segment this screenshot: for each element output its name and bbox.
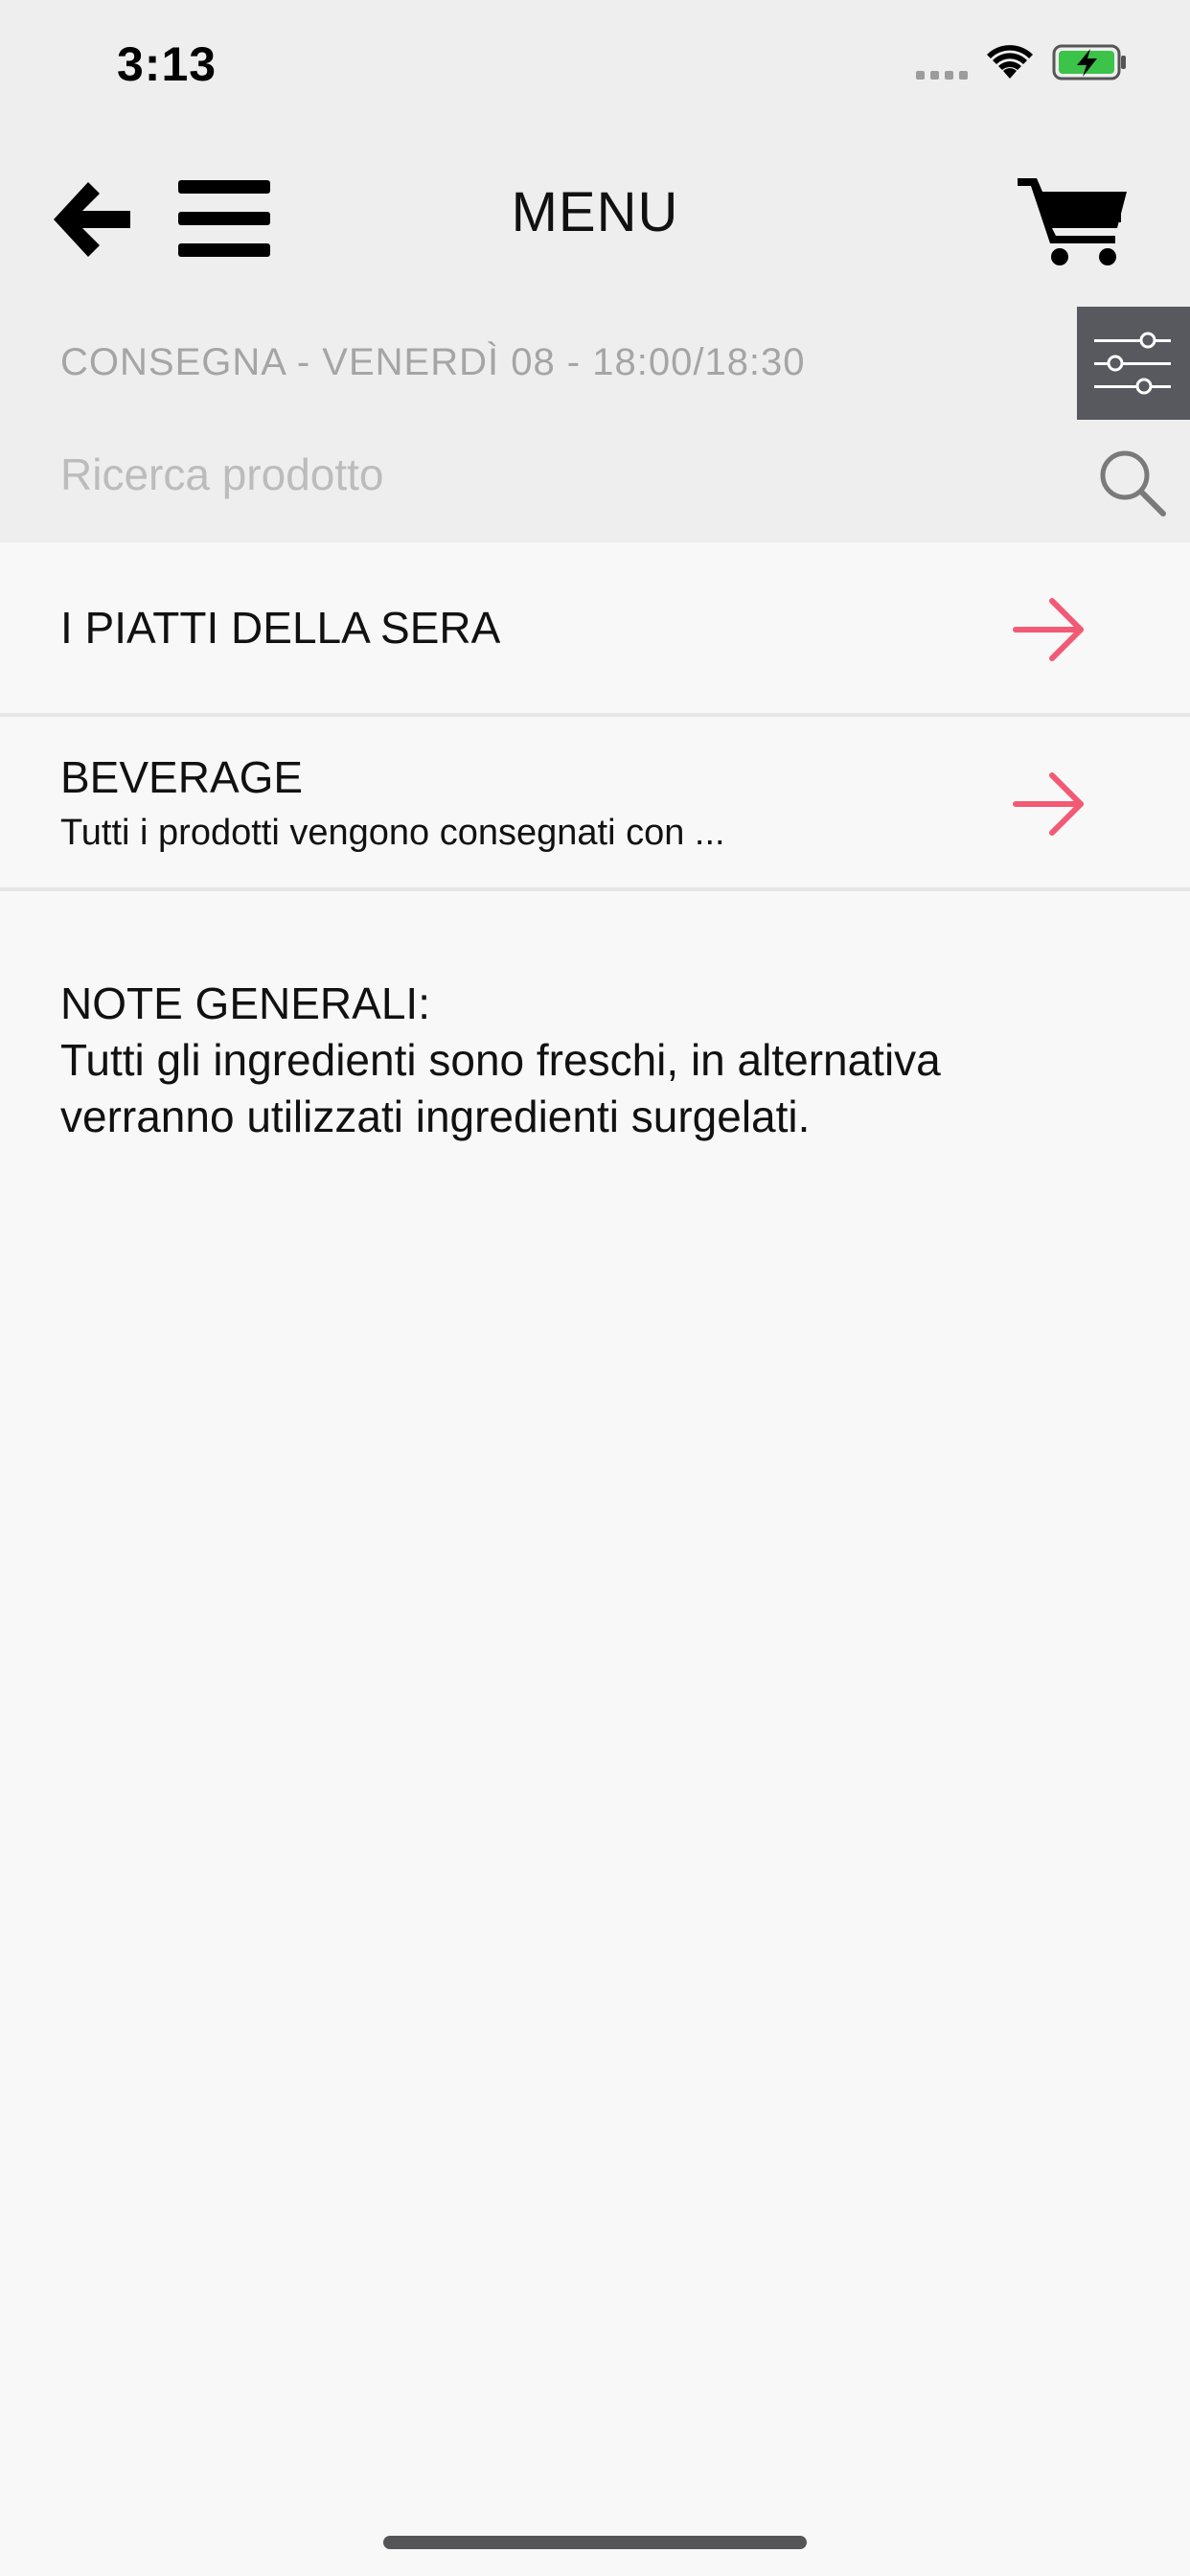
status-time: 3:13	[117, 37, 217, 91]
hamburger-icon[interactable]	[178, 176, 270, 261]
magnifier-icon[interactable]	[1096, 447, 1169, 519]
general-notes: NOTE GENERALI: Tutti gli ingredienti son…	[60, 976, 1133, 1145]
search-bar	[0, 422, 1190, 542]
wifi-icon	[987, 45, 1033, 79]
category-row-piatti-della-sera[interactable]: I PIATTI DELLA SERA	[0, 542, 1190, 717]
top-navigation-bar: MENU	[0, 134, 1190, 307]
category-name: I PIATTI DELLA SERA	[60, 603, 501, 653]
search-input[interactable]	[60, 441, 1057, 508]
notes-line: Tutti gli ingredienti sono freschi, in a…	[60, 1035, 941, 1085]
cellular-signal-icon	[916, 71, 968, 80]
sliders-icon	[1094, 332, 1171, 395]
category-row-beverage[interactable]: BEVERAGE Tutti i prodotti vengono conseg…	[0, 717, 1190, 891]
category-description: Tutti i prodotti vengono consegnati con …	[60, 813, 725, 853]
page-title: MENU	[511, 181, 679, 243]
filter-button[interactable]	[1077, 307, 1190, 420]
category-name: BEVERAGE	[60, 752, 304, 802]
battery-charging-icon	[1052, 44, 1126, 80]
notes-title: NOTE GENERALI:	[60, 978, 430, 1028]
delivery-slot-text[interactable]: CONSEGNA - VENERDÌ 08 - 18:00/18:30	[60, 341, 806, 384]
status-bar: 3:13	[0, 0, 1190, 134]
category-list: I PIATTI DELLA SERA BEVERAGE Tutti i pro…	[0, 542, 1190, 891]
arrow-right-icon	[1013, 598, 1084, 661]
notes-line: verranno utilizzati ingredienti surgelat…	[60, 1092, 811, 1141]
cart-icon[interactable]	[1016, 172, 1131, 268]
arrow-left-icon[interactable]	[48, 176, 134, 263]
delivery-info-bar: CONSEGNA - VENERDÌ 08 - 18:00/18:30	[0, 307, 1190, 422]
home-indicator[interactable]	[383, 2536, 807, 2549]
arrow-right-icon	[1013, 772, 1084, 836]
